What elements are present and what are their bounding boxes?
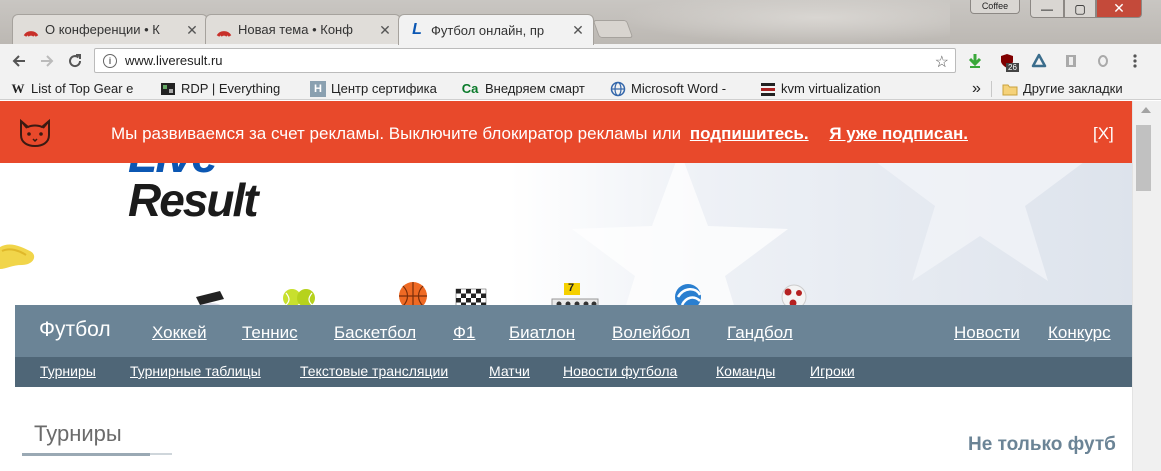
ad-blocker-banner: Мы развиваемся за счет рекламы. Выключит… (0, 101, 1132, 163)
extension-grey-icon[interactable] (1062, 52, 1080, 70)
extension-badge: 26 (1006, 63, 1019, 72)
subnav-item-matches[interactable]: Матчи (489, 363, 530, 379)
subnav-item-players[interactable]: Игроки (810, 363, 855, 379)
bookmark-cert-center[interactable]: H Центр сертифика (310, 80, 450, 97)
nav-item-hockey[interactable]: Хоккей (152, 323, 207, 343)
extension-triangle-icon[interactable] (1030, 52, 1048, 70)
download-arrow-icon[interactable] (966, 52, 984, 70)
biathlon-badge-number: 7 (568, 282, 575, 294)
nav-item-news[interactable]: Новости (954, 323, 1020, 343)
tab-close-icon[interactable]: ✕ (571, 23, 585, 37)
ca-site-icon: Ca (461, 81, 479, 96)
bookmark-top-gear[interactable]: W List of Top Gear e (10, 80, 150, 97)
sport-nav: Футбол Хоккей Теннис Баскетбол Ф1 Биатло… (15, 305, 1132, 357)
ad-banner-close-button[interactable]: [X] (1093, 124, 1114, 144)
page-scrollbar[interactable] (1132, 101, 1161, 471)
globe-icon (610, 81, 626, 97)
already-subscribed-link[interactable]: Я уже подписан. (829, 124, 968, 143)
extension-o-icon[interactable] (1094, 52, 1112, 70)
subscribe-link[interactable]: подпишитесь. (690, 124, 809, 143)
logo-result-text: Result (128, 174, 259, 226)
other-bookmarks-folder[interactable]: Другие закладки (1002, 80, 1123, 97)
subnav-item-text-broadcasts[interactable]: Текстовые трансляции (300, 363, 448, 379)
coffee-extension-label[interactable]: Coffee (970, 0, 1020, 14)
page-viewport: Live Result Мы развиваемся за счет рекла… (0, 101, 1132, 471)
tab-title: Футбол онлайн, пр (431, 22, 545, 38)
nav-item-volleyball[interactable]: Волейбол (612, 323, 690, 343)
side-decoration-icon (0, 244, 35, 269)
bookmark-label: Центр сертифика (331, 81, 437, 96)
new-tab-button[interactable] (592, 20, 634, 38)
football-subnav: Турниры Турнирные таблицы Текстовые тран… (15, 357, 1132, 387)
tab-title: О конференции • К (45, 22, 160, 37)
nav-item-biathlon[interactable]: Биатлон (509, 323, 575, 343)
forum-favicon-icon (23, 22, 39, 38)
tab-football-online[interactable]: L Футбол онлайн, пр ✕ (398, 14, 594, 45)
menu-dots-icon[interactable] (1126, 52, 1144, 70)
kvm-site-icon (760, 81, 776, 97)
tab-title: Новая тема • Конф (238, 22, 353, 37)
cat-icon (20, 118, 50, 148)
rdp-site-icon (160, 81, 176, 97)
subnav-item-teams[interactable]: Команды (716, 363, 775, 379)
nav-item-f1[interactable]: Ф1 (453, 323, 475, 343)
bookmark-label: Другие закладки (1023, 81, 1123, 96)
minimize-button[interactable]: — (1030, 0, 1064, 18)
site-logo[interactable]: Live Result (128, 151, 328, 231)
nav-item-basketball[interactable]: Баскетбол (334, 323, 416, 343)
maximize-button[interactable]: ▢ (1064, 0, 1096, 18)
wikipedia-icon: W (11, 80, 25, 96)
liveresult-favicon-icon: L (412, 21, 422, 38)
bookmark-star-icon[interactable]: ☆ (935, 52, 949, 72)
bookmark-kvm[interactable]: kvm virtualization (760, 80, 900, 97)
subnav-item-football-news[interactable]: Новости футбола (563, 363, 677, 379)
scroll-up-arrow-icon[interactable] (1141, 107, 1151, 113)
bookmarks-bar: W List of Top Gear e RDP | Everything H … (0, 77, 1161, 100)
bookmarks-overflow-button[interactable]: » (972, 80, 981, 97)
ublock-shield-icon[interactable]: 26 (998, 52, 1019, 72)
tournaments-heading: Турниры (34, 421, 122, 446)
heading-underline-rest (150, 453, 172, 455)
url-text: www.liveresult.ru (125, 53, 223, 68)
ad-banner-message: Мы развиваемся за счет рекламы. Выключит… (111, 124, 968, 144)
bookmark-label: Microsoft Word - (631, 81, 727, 96)
nav-item-football[interactable]: Футбол (39, 318, 111, 342)
tab-conference[interactable]: О конференции • К ✕ (12, 14, 208, 44)
site-info-icon[interactable]: i (103, 53, 117, 68)
bookmark-smart[interactable]: Ca Внедряем смарт (460, 80, 600, 97)
bookmark-label: kvm virtualization (781, 81, 881, 96)
forward-arrow-icon[interactable] (36, 50, 58, 72)
tab-close-icon[interactable]: ✕ (185, 23, 199, 37)
browser-toolbar: i www.liveresult.ru ☆ 26 (0, 44, 1161, 77)
bookmark-label: List of Top Gear e (31, 81, 134, 96)
bookmark-ms-word[interactable]: Microsoft Word - (610, 80, 750, 97)
subnav-item-tournaments[interactable]: Турниры (40, 363, 96, 379)
cert-center-icon: H (310, 80, 326, 97)
close-window-button[interactable]: ✕ (1096, 0, 1142, 18)
nav-item-tennis[interactable]: Теннис (242, 323, 298, 343)
address-bar[interactable]: i www.liveresult.ru ☆ (94, 48, 956, 73)
bookmark-label: Внедряем смарт (485, 81, 585, 96)
nav-item-handball[interactable]: Гандбол (727, 323, 793, 343)
ad-banner-text: Мы развиваемся за счет рекламы. Выключит… (111, 124, 682, 143)
tab-new-topic[interactable]: Новая тема • Конф ✕ (205, 14, 401, 44)
scrollbar-thumb[interactable] (1136, 125, 1151, 191)
back-arrow-icon[interactable] (8, 50, 30, 72)
nav-item-contest[interactable]: Конкурс (1048, 323, 1111, 343)
forum-favicon-icon (216, 22, 232, 38)
not-only-football-heading: Не только футб (968, 434, 1116, 455)
folder-icon (1002, 81, 1018, 97)
subnav-item-standings[interactable]: Турнирные таблицы (130, 363, 261, 379)
heading-underline (22, 453, 150, 456)
tab-close-icon[interactable]: ✕ (378, 23, 392, 37)
bookmark-rdp[interactable]: RDP | Everything (160, 80, 300, 97)
reload-icon[interactable] (64, 50, 86, 72)
bookmarks-divider (991, 81, 992, 97)
bookmark-label: RDP | Everything (181, 81, 281, 96)
